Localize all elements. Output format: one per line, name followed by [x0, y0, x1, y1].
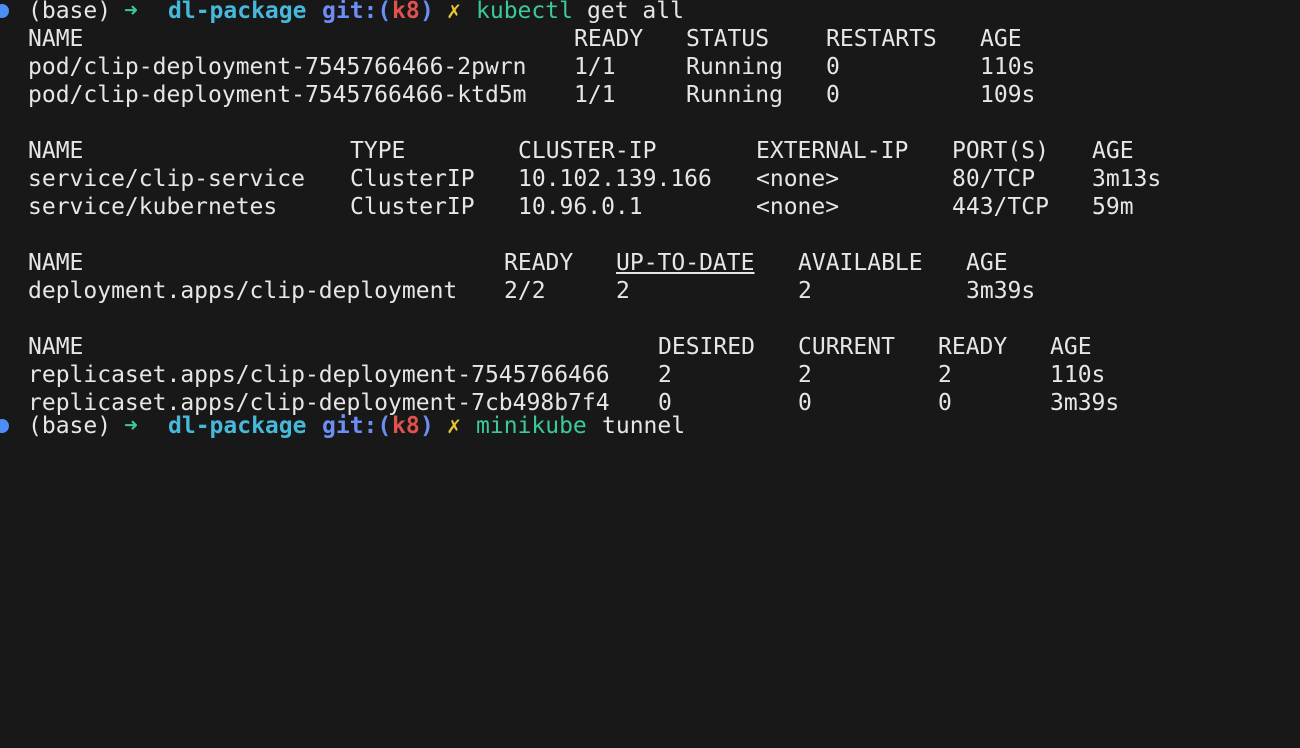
deployment-ready: 2/2: [504, 278, 546, 304]
replicaset-desired: 2: [658, 362, 672, 388]
replicaset-age: 3m39s: [1050, 390, 1120, 416]
prompt-git-label: git:(: [322, 413, 392, 439]
services-col-type: TYPE: [350, 138, 406, 164]
replicaset-ready: 0: [938, 390, 952, 416]
services-col-cluster-ip: CLUSTER-IP: [518, 138, 657, 164]
table-row: pod/clip-deployment-7545766466-ktd5m 1/1…: [0, 81, 1035, 109]
pod-restarts: 0: [826, 82, 840, 108]
pod-name: pod/clip-deployment-7545766466-2pwrn: [28, 54, 527, 80]
table-row: service/kubernetes ClusterIP 10.96.0.1 <…: [0, 193, 1134, 221]
service-name: service/kubernetes: [28, 194, 278, 220]
service-ports: 443/TCP: [952, 194, 1049, 220]
prompt-branch: k8: [392, 413, 420, 439]
deployments-col-up-to-date: UP-TO-DATE: [616, 250, 755, 276]
pod-age: 110s: [980, 54, 1036, 80]
pod-status: Running: [686, 54, 783, 80]
deployments-col-available: AVAILABLE: [798, 250, 923, 276]
service-type: ClusterIP: [350, 166, 475, 192]
services-col-age: AGE: [1092, 138, 1134, 164]
deployments-col-ready: READY: [504, 250, 574, 276]
pods-col-age: AGE: [980, 26, 1022, 52]
prompt-arrow-icon: ➜: [124, 413, 138, 439]
prompt-status-dot-icon: [0, 4, 9, 18]
service-type: ClusterIP: [350, 194, 475, 220]
service-ports: 80/TCP: [952, 166, 1036, 192]
replicasets-header-row: NAME DESIRED CURRENT READY AGE: [0, 333, 1092, 361]
deployment-age: 3m39s: [966, 278, 1036, 304]
deployment-available: 2: [798, 278, 812, 304]
prompt-git-label: git:(: [322, 0, 392, 24]
pod-restarts: 0: [826, 54, 840, 80]
deployments-col-name: NAME: [28, 250, 84, 276]
prompt-arrow-icon: ➜: [124, 0, 138, 24]
pods-col-ready: READY: [574, 26, 644, 52]
service-external-ip: <none>: [756, 194, 840, 220]
table-row: deployment.apps/clip-deployment 2/2 2 2 …: [0, 277, 1035, 305]
prompt-dir: dl-package: [168, 413, 307, 439]
command-args: get all: [587, 0, 684, 24]
service-age: 3m13s: [1092, 166, 1162, 192]
replicaset-current: 0: [798, 390, 812, 416]
deployments-col-age: AGE: [966, 250, 1008, 276]
command-name: kubectl: [476, 0, 573, 24]
pod-ready: 1/1: [574, 82, 616, 108]
pods-col-restarts: RESTARTS: [826, 26, 937, 52]
prompt-git-close: ): [420, 0, 434, 24]
terminal-window[interactable]: (base) ➜ dl-package git:( k8 ) ✗ kubectl…: [0, 0, 1300, 439]
command-name: minikube: [476, 413, 587, 439]
replicaset-name: replicaset.apps/clip-deployment-75457664…: [28, 362, 610, 388]
command-args: tunnel: [602, 413, 686, 439]
services-col-name: NAME: [28, 138, 84, 164]
prompt-git-close: ): [420, 413, 434, 439]
service-age: 59m: [1092, 194, 1134, 220]
replicaset-age: 110s: [1050, 362, 1106, 388]
replicasets-col-desired: DESIRED: [658, 334, 755, 360]
pods-header-row: NAME READY STATUS RESTARTS AGE: [0, 25, 1022, 53]
replicasets-col-name: NAME: [28, 334, 84, 360]
prompt-env: (base): [28, 0, 112, 24]
service-cluster-ip: 10.102.139.166: [518, 166, 712, 192]
pod-status: Running: [686, 82, 783, 108]
services-col-external-ip: EXTERNAL-IP: [756, 138, 909, 164]
replicaset-ready: 2: [938, 362, 952, 388]
pod-ready: 1/1: [574, 54, 616, 80]
deployment-up-to-date: 2: [616, 278, 630, 304]
services-col-ports: PORT(S): [952, 138, 1049, 164]
pod-name: pod/clip-deployment-7545766466-ktd5m: [28, 82, 527, 108]
service-name: service/clip-service: [28, 166, 305, 192]
replicasets-col-current: CURRENT: [798, 334, 895, 360]
prompt-dirty-icon: ✗: [447, 413, 461, 439]
services-header-row: NAME TYPE CLUSTER-IP EXTERNAL-IP PORT(S)…: [0, 137, 1134, 165]
prompt-branch: k8: [392, 0, 420, 24]
table-row: service/clip-service ClusterIP 10.102.13…: [0, 165, 1161, 193]
prompt-env: (base): [28, 413, 112, 439]
prompt-line: (base) ➜ dl-package git:( k8 ) ✗ kubectl…: [0, 0, 684, 25]
pod-age: 109s: [980, 82, 1036, 108]
prompt-dir: dl-package: [168, 0, 307, 24]
replicasets-col-age: AGE: [1050, 334, 1092, 360]
prompt-dirty-icon: ✗: [447, 0, 461, 24]
replicasets-col-ready: READY: [938, 334, 1008, 360]
pods-col-status: STATUS: [686, 26, 770, 52]
pods-col-name: NAME: [28, 26, 84, 52]
deployments-header-row: NAME READY UP-TO-DATE AVAILABLE AGE: [0, 249, 1008, 277]
service-cluster-ip: 10.96.0.1: [518, 194, 643, 220]
table-row: replicaset.apps/clip-deployment-75457664…: [0, 361, 1105, 389]
replicaset-current: 2: [798, 362, 812, 388]
service-external-ip: <none>: [756, 166, 840, 192]
table-row: pod/clip-deployment-7545766466-2pwrn 1/1…: [0, 53, 1035, 81]
deployment-name: deployment.apps/clip-deployment: [28, 278, 458, 304]
prompt-line: (base) ➜ dl-package git:( k8 ) ✗ minikub…: [0, 412, 685, 440]
prompt-status-dot-icon: [0, 419, 9, 433]
